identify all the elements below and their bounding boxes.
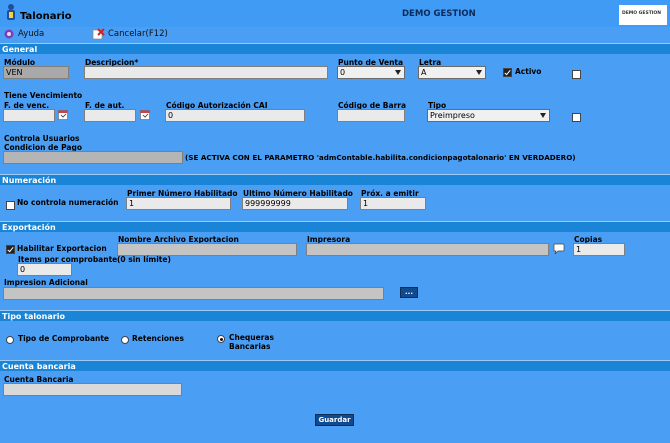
- tipo-select[interactable]: Preimpreso: [427, 109, 550, 122]
- cai-input[interactable]: 0: [165, 109, 305, 122]
- section-general: General: [0, 43, 670, 54]
- radio-chequeras-bancarias[interactable]: [217, 335, 225, 343]
- habilitar-exportacion-label: Habilitar Exportacion: [17, 244, 107, 253]
- no-controla-checkbox[interactable]: [6, 201, 15, 210]
- page-title: Talonario: [20, 11, 72, 22]
- letra-select[interactable]: A: [418, 66, 486, 79]
- impresion-adicional-browse-button[interactable]: ...: [400, 287, 418, 298]
- punto-venta-select[interactable]: 0: [337, 66, 405, 79]
- impresion-adicional-input[interactable]: [3, 287, 384, 300]
- no-controla-label: No controla numeración: [17, 198, 119, 207]
- header-bar: Talonario DEMO GESTION DEMO GESTION: [0, 0, 670, 27]
- help-icon: [4, 29, 14, 39]
- section-numeracion: Numeración: [0, 174, 670, 185]
- section-exportacion: Exportación: [0, 221, 670, 232]
- radio-retenciones[interactable]: [121, 336, 129, 344]
- f-venc-input[interactable]: [3, 109, 55, 122]
- habilitar-exportacion-checkbox[interactable]: [6, 245, 15, 254]
- section-cuenta-bancaria: Cuenta bancaria: [0, 360, 670, 371]
- activo-label: Activo: [515, 67, 542, 76]
- calendar-icon[interactable]: [140, 109, 150, 120]
- extra-checkbox-2[interactable]: [572, 113, 581, 122]
- save-button[interactable]: Guardar: [315, 414, 354, 426]
- chevron-down-icon: [395, 70, 401, 75]
- f-aut-input[interactable]: [84, 109, 136, 122]
- items-hint: (0 sin límite): [117, 255, 171, 264]
- extra-checkbox-1[interactable]: [572, 70, 581, 79]
- condicion-pago-field: [3, 151, 183, 164]
- chevron-down-icon: [476, 70, 482, 75]
- tiene-vencimiento-label: Tiene Vencimiento: [4, 91, 83, 100]
- codigo-barra-input[interactable]: [337, 109, 405, 122]
- modulo-field: VEN: [3, 66, 69, 79]
- impresion-adicional-label: Impresion Adicional: [4, 278, 88, 287]
- controla-usuarios-label: Controla Usuarios: [4, 134, 80, 143]
- condicion-pago-note: (SE ACTIVA CON EL PARAMETRO 'admContable…: [185, 153, 576, 162]
- company-title: DEMO GESTION: [402, 9, 476, 19]
- prox-emitir-input[interactable]: 1: [360, 197, 426, 210]
- ultimo-numero-input[interactable]: 999999999: [242, 197, 348, 210]
- radio-tipo-comprobante-label: Tipo de Comprobante: [18, 334, 110, 343]
- cuenta-bancaria-input[interactable]: [3, 383, 182, 396]
- toolbar: Ayuda Cancelar(F12): [0, 27, 670, 42]
- descripcion-input[interactable]: [84, 66, 328, 79]
- activo-checkbox[interactable]: [503, 68, 512, 77]
- calendar-icon[interactable]: [58, 109, 68, 120]
- app-logo-icon: [4, 3, 18, 21]
- company-logo: DEMO GESTION: [619, 5, 667, 25]
- primer-numero-input[interactable]: 1: [126, 197, 231, 210]
- radio-tipo-comprobante[interactable]: [6, 336, 14, 344]
- chevron-down-icon: [540, 113, 546, 118]
- copias-input[interactable]: 1: [573, 243, 625, 256]
- items-input[interactable]: 0: [17, 263, 72, 276]
- section-tipo-talonario: Tipo talonario: [0, 310, 670, 321]
- impresora-input[interactable]: [306, 243, 549, 256]
- radio-retenciones-label: Retenciones: [132, 334, 184, 343]
- cancel-icon: [92, 28, 105, 40]
- radio-chequeras-bancarias-label: Chequeras Bancarias: [229, 333, 274, 351]
- printer-icon[interactable]: [553, 243, 565, 255]
